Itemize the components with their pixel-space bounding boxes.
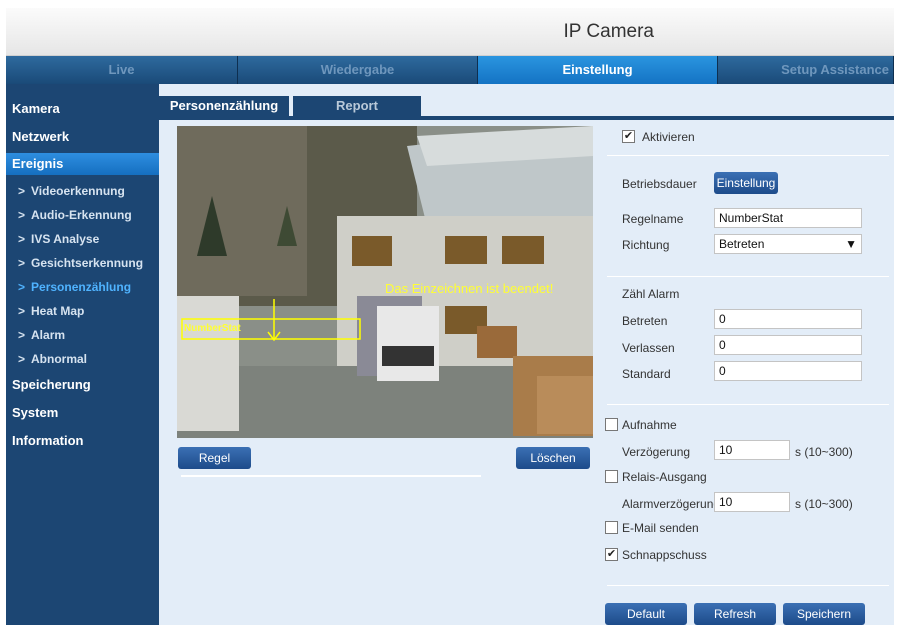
betreten-label: Betreten — [622, 314, 668, 328]
alarmverzoegerung-label: Alarmverzögerung — [622, 497, 721, 511]
content-area: Personenzählung Report Das Einzeichnen i… — [159, 84, 894, 625]
verzoegerung-range: s (10~300) — [795, 445, 853, 459]
regel-button[interactable]: Regel — [178, 447, 251, 469]
sidebar-subitem-videoerkennung[interactable]: > Videoerkennung — [18, 184, 125, 198]
aufnahme-checkbox[interactable] — [605, 418, 618, 431]
loeschen-button[interactable]: Löschen — [516, 447, 590, 469]
sidebar-subitem-gesichtserkennung[interactable]: > Gesichtserkennung — [18, 256, 143, 270]
chevron-right-icon: > — [18, 328, 26, 342]
aufnahme-label: Aufnahme — [622, 418, 677, 432]
sidebar-item-speicherung[interactable]: Speicherung — [12, 377, 91, 392]
richtung-label: Richtung — [622, 238, 670, 252]
relais-checkbox[interactable] — [605, 470, 618, 483]
default-button[interactable]: Default — [605, 603, 687, 625]
rule-label: NumberStat — [184, 323, 241, 334]
tab-underline — [159, 116, 894, 120]
regelname-input[interactable]: NumberStat — [714, 208, 862, 228]
chevron-right-icon: > — [18, 352, 26, 366]
sidebar-subitem-audio-erkennung[interactable]: > Audio-Erkennung — [18, 208, 132, 222]
sidebar-item-kamera[interactable]: Kamera — [12, 101, 60, 116]
divider — [607, 155, 889, 156]
overlay-message: Das Einzeichnen ist beendet! — [385, 281, 554, 296]
divider — [607, 404, 889, 405]
alarmverzoegerung-input[interactable]: 10 — [714, 492, 790, 512]
app-title: IP Camera — [563, 21, 654, 42]
verzoegerung-input[interactable]: 10 — [714, 440, 790, 460]
chevron-right-icon: > — [18, 304, 26, 318]
standard-input[interactable]: 0 — [714, 361, 862, 381]
sidebar-item-ereignis[interactable]: Ereignis — [6, 153, 159, 175]
sidebar: Kamera Netzwerk Ereignis > Videoerkennung… — [6, 84, 159, 625]
speichern-button[interactable]: Speichern — [783, 603, 865, 625]
chevron-right-icon: > — [18, 256, 26, 270]
checkmark-icon: ✔ — [623, 130, 634, 142]
aktivieren-label: Aktivieren — [642, 130, 695, 144]
relais-label: Relais-Ausgang — [622, 470, 707, 484]
sidebar-item-information[interactable]: Information — [12, 433, 84, 448]
chevron-right-icon: > — [18, 232, 26, 246]
divider — [607, 276, 889, 277]
divider — [181, 475, 481, 477]
einstellung-button[interactable]: Einstellung — [714, 172, 778, 194]
nav-tab-einstellung[interactable]: Einstellung — [478, 56, 718, 84]
alarmverzoegerung-range: s (10~300) — [795, 497, 853, 511]
aktivieren-checkbox[interactable]: ✔ — [622, 130, 635, 143]
email-checkbox[interactable] — [605, 521, 618, 534]
nav-tab-wiedergabe[interactable]: Wiedergabe — [238, 56, 478, 84]
verlassen-label: Verlassen — [622, 341, 675, 355]
nav-tab-setup-assistance[interactable]: Setup Assistance — [718, 56, 894, 84]
schnappschuss-label: Schnappschuss — [622, 548, 707, 562]
header-bar: IP Camera — [6, 8, 894, 56]
sidebar-subitem-alarm[interactable]: > Alarm — [18, 328, 65, 342]
chevron-right-icon: > — [18, 208, 26, 222]
sidebar-subitem-personenzaehlung[interactable]: > Personenzählung — [18, 280, 131, 294]
sidebar-subitem-ivs-analyse[interactable]: > IVS Analyse — [18, 232, 99, 246]
chevron-right-icon: > — [18, 280, 26, 294]
verzoegerung-label: Verzögerung — [622, 445, 691, 459]
sidebar-item-netzwerk[interactable]: Netzwerk — [12, 129, 69, 144]
zaehl-alarm-label: Zähl Alarm — [622, 287, 680, 301]
schnappschuss-checkbox[interactable]: ✔ — [605, 548, 618, 561]
sidebar-subitem-abnormal[interactable]: > Abnormal — [18, 352, 87, 366]
betreten-input[interactable]: 0 — [714, 309, 862, 329]
standard-label: Standard — [622, 367, 671, 381]
tab-personenzaehlung[interactable]: Personenzählung — [159, 96, 289, 116]
checkmark-icon: ✔ — [606, 548, 617, 560]
nav-tab-live[interactable]: Live — [6, 56, 238, 84]
email-label: E-Mail senden — [622, 521, 699, 535]
verlassen-input[interactable]: 0 — [714, 335, 862, 355]
tab-report[interactable]: Report — [293, 96, 421, 116]
betriebsdauer-label: Betriebsdauer — [622, 177, 697, 191]
regelname-label: Regelname — [622, 212, 684, 226]
richtung-select[interactable]: Betreten ▼ — [714, 234, 862, 254]
refresh-button[interactable]: Refresh — [694, 603, 776, 625]
chevron-down-icon: ▼ — [845, 237, 857, 251]
chevron-right-icon: > — [18, 184, 26, 198]
sidebar-subitem-heat-map[interactable]: > Heat Map — [18, 304, 84, 318]
divider — [607, 585, 889, 586]
main-nav: Live Wiedergabe Einstellung Setup Assist… — [6, 56, 894, 84]
sidebar-item-system[interactable]: System — [12, 405, 58, 420]
camera-view[interactable]: Das Einzeichnen ist beendet! NumberStat — [177, 126, 593, 438]
